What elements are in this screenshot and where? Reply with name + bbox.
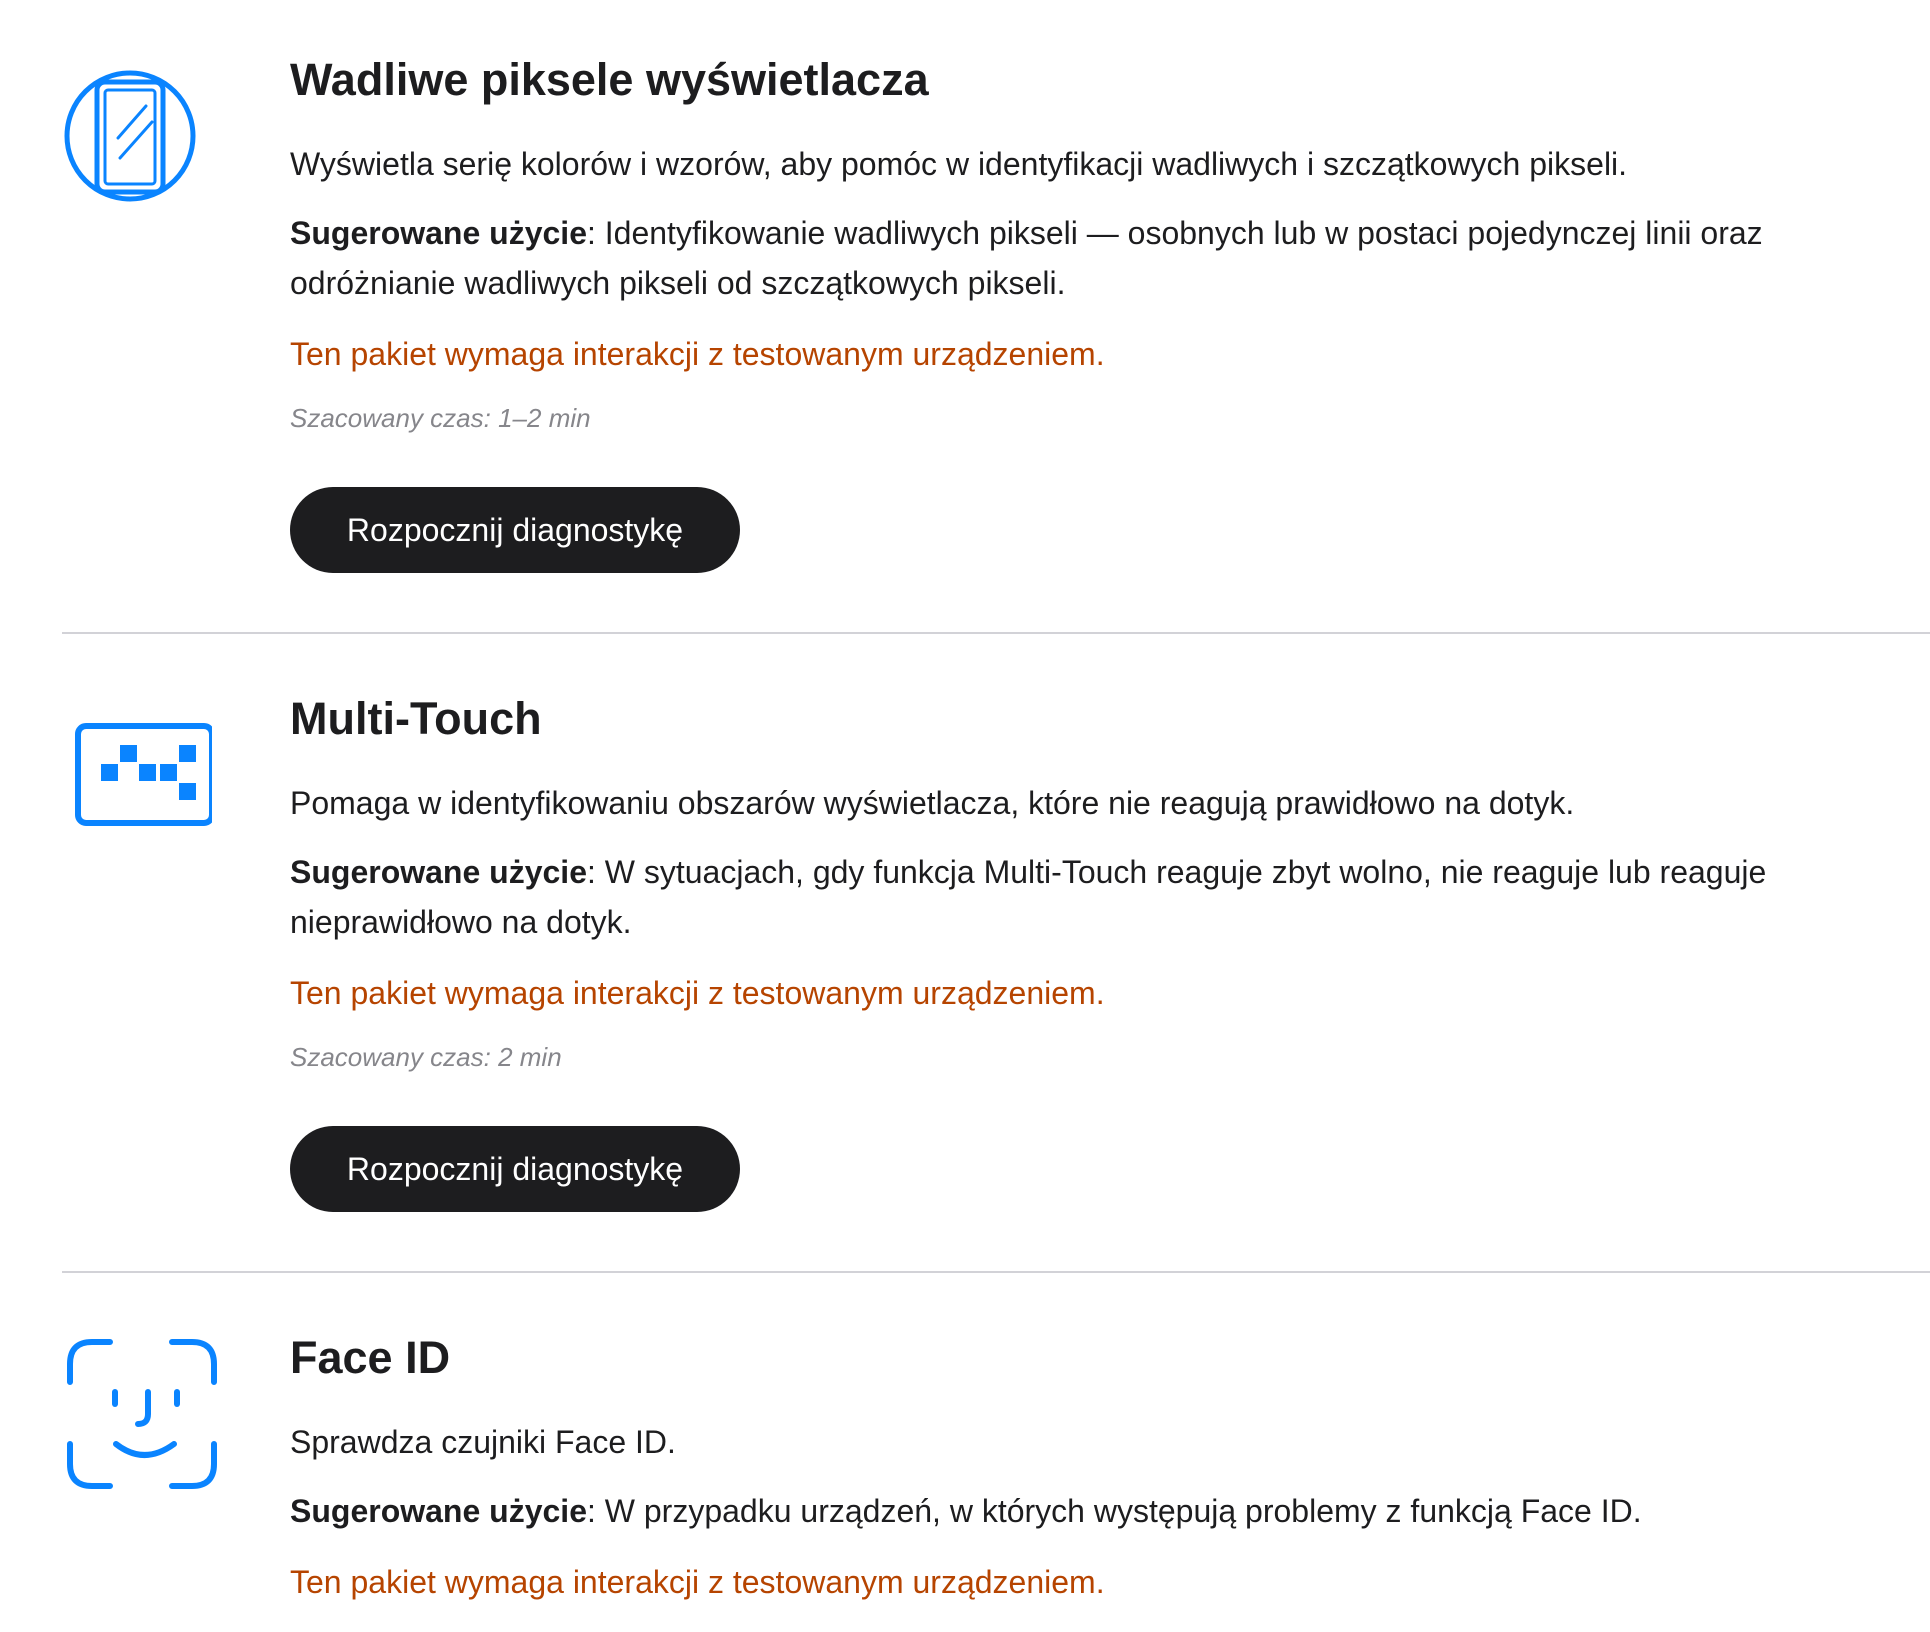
section-description: Wyświetla serię kolorów i wzorów, aby po…	[290, 146, 1628, 182]
estimated-time: Szacowany czas: 2 min	[290, 1042, 562, 1072]
start-diagnostics-button[interactable]: Rozpocznij diagnostykę	[290, 1126, 740, 1212]
suggested-usage: Sugerowane użycie: Identyfikowanie wadli…	[290, 208, 1900, 308]
suggested-usage: Sugerowane użycie: W sytuacjach, gdy fun…	[290, 847, 1900, 947]
section-divider	[62, 632, 1930, 634]
interaction-warning: Ten pakiet wymaga interakcji z testowany…	[290, 975, 1105, 1011]
suggested-usage-text: : W przypadku urządzeń, w których występ…	[586, 1493, 1642, 1529]
face-id-icon	[62, 1334, 222, 1499]
section-divider	[62, 1271, 1930, 1273]
start-diagnostics-button[interactable]: Rozpocznij diagnostykę	[290, 487, 740, 573]
suggested-usage-label: Sugerowane użycie	[290, 1493, 587, 1529]
estimated-time: Szacowany czas: 1–2 min	[290, 403, 591, 433]
display-pixels-icon	[62, 68, 198, 209]
section-description: Sprawdza czujniki Face ID.	[290, 1424, 676, 1460]
interaction-warning: Ten pakiet wymaga interakcji z testowany…	[290, 336, 1105, 372]
section-title: Multi-Touch	[290, 693, 542, 744]
section-title: Face ID	[290, 1332, 451, 1383]
suggested-usage: Sugerowane użycie: W przypadku urządzeń,…	[290, 1486, 1900, 1536]
suggested-usage-label: Sugerowane użycie	[290, 854, 587, 890]
section-title: Wadliwe piksele wyświetlacza	[290, 54, 929, 105]
suggested-usage-label: Sugerowane użycie	[290, 215, 587, 251]
multi-touch-icon	[62, 718, 215, 835]
section-description: Pomaga w identyfikowaniu obszarów wyświe…	[290, 785, 1575, 821]
interaction-warning: Ten pakiet wymaga interakcji z testowany…	[290, 1564, 1105, 1600]
